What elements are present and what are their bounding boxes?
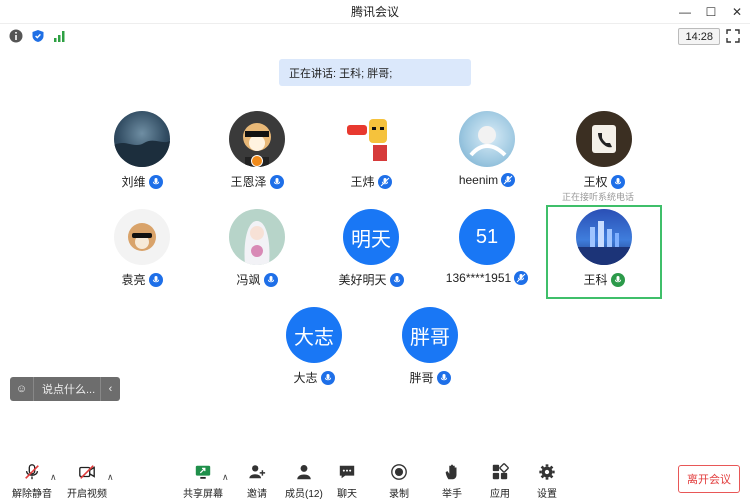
microphone-icon — [263, 272, 278, 287]
members-icon — [294, 462, 314, 482]
audio-options-chevron-icon[interactable]: ∧ — [50, 472, 57, 483]
video-off-icon — [77, 462, 97, 482]
microphone-icon — [320, 370, 335, 385]
minimize-icon[interactable]: — — [672, 0, 698, 24]
microphone-icon — [610, 272, 625, 287]
microphone-icon — [610, 174, 625, 189]
avatar — [576, 209, 632, 265]
participant-tile[interactable]: 51 136****1951 — [432, 209, 542, 285]
muted-microphone-icon — [22, 462, 42, 482]
window-title: 腾讯会议 — [350, 5, 399, 19]
add-user-icon — [247, 462, 267, 482]
participant-tile[interactable]: 大志 大志 — [259, 307, 369, 386]
window-controls: — ☐ ✕ — [672, 0, 750, 24]
participant-name: 刘维 — [121, 175, 146, 189]
participant-name: 王权 — [583, 175, 608, 189]
avatar — [576, 111, 632, 167]
microphone-icon — [148, 174, 163, 189]
record-icon — [389, 462, 409, 482]
participant-name: 王科 — [583, 273, 608, 287]
avatar — [114, 111, 170, 167]
participant-tile[interactable]: 王权 — [549, 111, 659, 190]
invite-button[interactable]: 邀请 — [247, 462, 267, 500]
participant-name: heenim — [458, 173, 499, 187]
maximize-icon[interactable]: ☐ — [698, 0, 724, 24]
shield-icon[interactable] — [31, 29, 45, 43]
title-bar: 腾讯会议 — ☐ ✕ — [0, 0, 750, 24]
microphone-icon — [148, 272, 163, 287]
avatar — [229, 111, 285, 167]
unmute-button[interactable]: 解除静音 — [12, 462, 52, 500]
avatar: 51 — [459, 209, 515, 265]
avatar: 胖哥 — [402, 307, 458, 363]
settings-button[interactable]: 设置 — [537, 462, 557, 500]
microphone-icon — [436, 370, 451, 385]
microphone-icon — [501, 173, 516, 187]
participant-tile[interactable]: 冯飒 — [202, 209, 312, 288]
hand-icon — [442, 462, 462, 482]
chat-icon — [337, 462, 357, 482]
participant-tile[interactable]: 王恩泽 — [202, 111, 312, 190]
avatar — [459, 111, 515, 167]
fullscreen-icon[interactable] — [726, 29, 740, 43]
participant-name: 大志 — [293, 371, 318, 385]
apps-icon — [490, 462, 510, 482]
video-options-chevron-icon[interactable]: ∧ — [107, 472, 114, 483]
status-bar: 14:28 — [0, 26, 750, 46]
participant-name: 袁亮 — [121, 273, 146, 287]
emoji-icon[interactable]: ☺ — [10, 377, 34, 401]
start-video-button[interactable]: 开启视频 — [67, 462, 107, 500]
participant-name: 王恩泽 — [230, 175, 267, 189]
meeting-time: 14:28 — [678, 28, 720, 45]
gear-icon — [537, 462, 557, 482]
participant-tile[interactable]: 明天 美好明天 — [316, 209, 426, 288]
signal-icon[interactable] — [53, 29, 67, 43]
avatar — [343, 111, 399, 167]
chat-placeholder[interactable]: 说点什么... — [34, 381, 100, 397]
microphone-icon — [389, 272, 404, 287]
share-options-chevron-icon[interactable]: ∧ — [222, 472, 229, 483]
participant-name: 136****1951 — [445, 271, 512, 285]
share-screen-icon — [193, 462, 213, 482]
avatar: 大志 — [286, 307, 342, 363]
participant-tile[interactable]: 胖哥 胖哥 — [375, 307, 485, 386]
close-icon[interactable]: ✕ — [724, 0, 750, 24]
participant-tile[interactable]: 王科 — [549, 209, 659, 288]
chat-quick-input[interactable]: ☺ 说点什么... ‹ — [10, 377, 120, 401]
participant-tile[interactable]: heenim — [432, 111, 542, 187]
participant-tile[interactable]: 王炜 — [316, 111, 426, 190]
microphone-icon — [269, 174, 284, 189]
participant-name: 美好明天 — [338, 273, 387, 287]
share-screen-button[interactable]: 共享屏幕 — [183, 462, 223, 500]
participant-tile[interactable]: 袁亮 — [87, 209, 197, 288]
record-button[interactable]: 录制 — [389, 462, 409, 500]
info-icon[interactable] — [9, 29, 23, 43]
leave-meeting-button[interactable]: 离开会议 — [678, 465, 740, 493]
speaking-indicator: 正在讲话: 王科; 胖哥; — [279, 59, 471, 86]
chat-button[interactable]: 聊天 — [337, 462, 357, 500]
participant-name: 王炜 — [350, 175, 375, 189]
meeting-toolbar: 解除静音 ∧ 开启视频 ∧ 共享屏幕 ∧ 邀请 成员(12) 聊天 录制 举手 … — [0, 462, 750, 500]
microphone-icon — [514, 271, 529, 285]
microphone-icon — [377, 174, 392, 189]
participant-tile[interactable]: 刘维 — [87, 111, 197, 190]
raise-hand-button[interactable]: 举手 — [442, 462, 462, 500]
avatar — [229, 209, 285, 265]
avatar: 明天 — [343, 209, 399, 265]
participant-name: 冯飒 — [236, 273, 261, 287]
collapse-chevron-icon[interactable]: ‹ — [100, 377, 120, 401]
participant-name: 胖哥 — [409, 371, 434, 385]
members-button[interactable]: 成员(12) — [285, 462, 323, 500]
phone-call-note: 正在接听系统电话 — [562, 192, 635, 202]
apps-button[interactable]: 应用 — [490, 462, 510, 500]
avatar — [114, 209, 170, 265]
